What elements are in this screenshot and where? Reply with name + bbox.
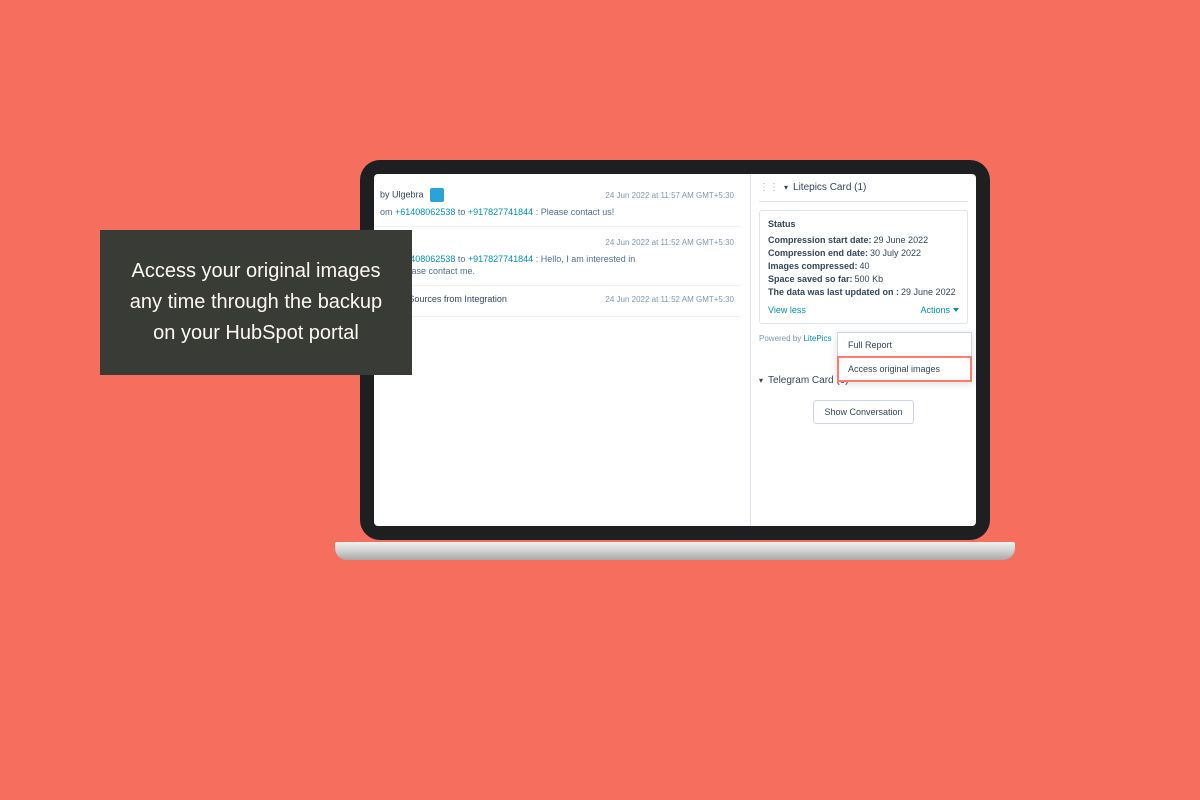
status-row: Space saved so far:500 Kb [768,274,959,284]
app-screen: by Ulgebra 24 Jun 2022 at 11:57 AM GMT+5… [374,174,976,526]
activity-timestamp: 24 Jun 2022 at 11:57 AM GMT+5:30 [605,191,734,200]
caret-down-icon [953,308,959,312]
brand-link[interactable]: LitePics [803,334,831,343]
sidebar: ⋮⋮ ▾ Litepics Card (1) Status Compressio… [751,174,976,526]
chevron-down-icon[interactable]: ▾ [759,376,763,385]
status-heading: Status [768,219,959,229]
laptop-frame: by Ulgebra 24 Jun 2022 at 11:57 AM GMT+5… [360,160,990,540]
litepics-card-title: Litepics Card (1) [793,182,866,193]
annotation-callout: Access your original images any time thr… [100,230,412,375]
activity-item[interactable]: 24 Jun 2022 at 11:52 AM GMT+5:30 om +614… [374,227,740,286]
view-less-link[interactable]: View less [768,305,806,315]
phone-link[interactable]: +917827741844 [468,254,533,264]
show-conversation-button[interactable]: Show Conversation [813,400,913,424]
litepics-status-box: Status Compression start date:29 June 20… [759,210,968,324]
laptop-base [335,542,1015,560]
activity-body: om +61408062538 to +917827741844 : Pleas… [380,206,734,218]
actions-dropdown-toggle[interactable]: Actions [920,305,959,315]
activity-feed: by Ulgebra 24 Jun 2022 at 11:57 AM GMT+5… [374,174,751,526]
litepics-card-header[interactable]: ⋮⋮ ▾ Litepics Card (1) [759,180,968,202]
activity-body: om +61408062538 to +917827741844 : Hello… [380,253,734,277]
activity-timestamp: 24 Jun 2022 at 11:52 AM GMT+5:30 [605,295,734,304]
activity-item[interactable]: by Ulgebra 24 Jun 2022 at 11:57 AM GMT+5… [374,180,740,227]
integration-badge-icon [430,188,444,202]
actions-dropdown: Full Report Access original images [837,332,972,382]
activity-item[interactable]: Offline Sources from Integration 24 Jun … [374,286,740,317]
dropdown-access-original-images[interactable]: Access original images [838,357,971,381]
status-row: Images compressed:40 [768,261,959,271]
activity-timestamp: 24 Jun 2022 at 11:52 AM GMT+5:30 [605,238,734,247]
chevron-down-icon[interactable]: ▾ [784,183,788,192]
callout-text: Access your original images any time thr… [130,260,382,344]
activity-author: by Ulgebra [380,188,444,202]
dropdown-full-report[interactable]: Full Report [838,333,971,357]
status-row: Compression start date:29 June 2022 [768,235,959,245]
phone-link[interactable]: +917827741844 [468,207,533,217]
phone-link[interactable]: +61408062538 [395,207,455,217]
status-row: Compression end date:30 July 2022 [768,248,959,258]
laptop-mockup: by Ulgebra 24 Jun 2022 at 11:57 AM GMT+5… [360,160,990,550]
drag-handle-icon[interactable]: ⋮⋮ [759,182,779,193]
status-row: The data was last updated on :29 June 20… [768,287,959,297]
